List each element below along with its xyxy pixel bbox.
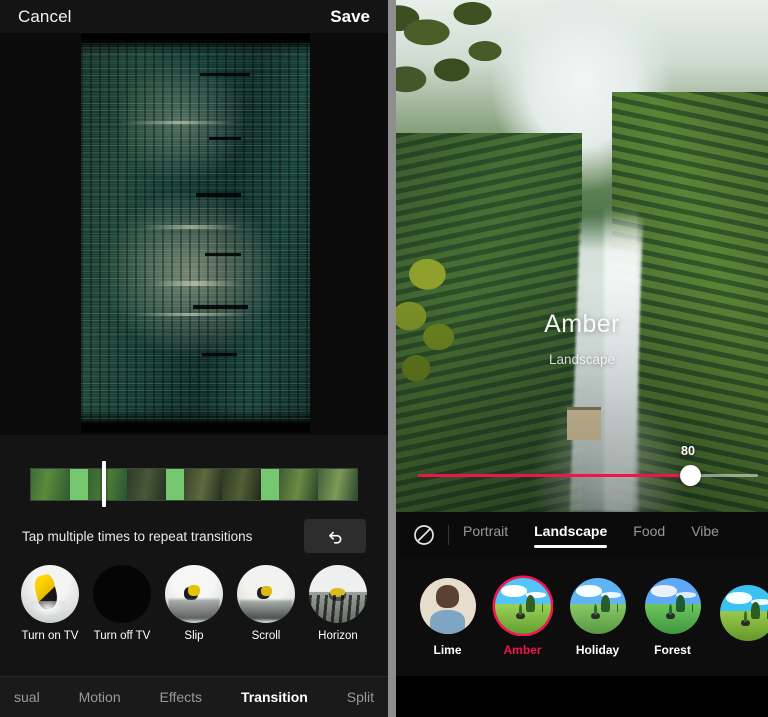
filter-thumbnail: [494, 577, 551, 634]
filter-item-partial[interactable]: [710, 584, 768, 650]
filter-label: Lime: [433, 642, 462, 657]
glitch-scanlines: [81, 33, 310, 433]
slider-fill: [418, 474, 690, 477]
thumbnail-detail: [665, 613, 675, 620]
timeline-clip[interactable]: [87, 469, 127, 500]
glitch-dropout: [200, 73, 251, 76]
slider-value-label: 80: [681, 444, 695, 458]
filter-item-amber[interactable]: Amber: [485, 577, 560, 657]
filter-item-holiday[interactable]: Holiday: [560, 577, 635, 657]
filter-category-overlay: Landscape: [548, 352, 616, 367]
timeline-clip[interactable]: [183, 469, 223, 500]
tab-visual[interactable]: sual: [14, 689, 40, 705]
slider-knob[interactable]: [679, 465, 701, 486]
glitch-dropout: [81, 423, 310, 433]
transition-marker[interactable]: [165, 469, 184, 500]
timeline-clip[interactable]: [126, 469, 166, 500]
tab-transition[interactable]: Transition: [241, 689, 308, 705]
save-button[interactable]: Save: [330, 7, 370, 27]
tab-motion[interactable]: Motion: [79, 689, 121, 705]
filter-item-lime[interactable]: Lime: [410, 577, 485, 657]
category-tab-landscape[interactable]: Landscape: [534, 523, 608, 548]
transition-thumbnail: [309, 565, 367, 623]
transition-option-turn-on-tv[interactable]: Turn on TV: [19, 565, 81, 642]
transition-options-list: Turn on TV Turn off TV Slip Scroll Horiz…: [0, 565, 388, 655]
thumbnail-detail: [740, 620, 750, 627]
repeat-hint-text: Tap multiple times to repeat transitions: [22, 528, 253, 544]
filter-label: Forest: [654, 642, 691, 657]
transition-option-label: Turn off TV: [93, 630, 151, 642]
timeline-clip[interactable]: [31, 469, 70, 500]
timeline-clip[interactable]: [279, 469, 319, 500]
timeline-clip[interactable]: [222, 469, 262, 500]
filter-editor-panel: Amber Landscape 80 Portrait Landscape Fo…: [396, 0, 768, 717]
glitch-dropout: [81, 33, 310, 41]
hint-row: Tap multiple times to repeat transitions: [0, 516, 388, 556]
glitch-highlight: [122, 121, 237, 124]
tab-effects[interactable]: Effects: [160, 689, 203, 705]
undo-button[interactable]: [304, 519, 366, 553]
filter-name-overlay: Amber: [544, 310, 620, 338]
photo-preview[interactable]: [396, 0, 768, 512]
filter-thumbnail: [419, 577, 476, 634]
transition-option-label: Slip: [184, 630, 204, 642]
app-screen: Cancel Save Tap multiple times to repeat…: [0, 0, 768, 717]
glitch-dropout: [204, 253, 242, 256]
timeline-clips: [31, 469, 357, 500]
thumbnail-detail: [515, 613, 525, 620]
intensity-slider[interactable]: 80: [418, 444, 758, 492]
thumbnail-detail: [590, 613, 600, 620]
glitch-dropout: [195, 193, 242, 197]
category-tab-portrait[interactable]: Portrait: [463, 523, 508, 548]
transition-marker[interactable]: [69, 469, 88, 500]
glitch-video-frame: [81, 33, 310, 433]
tab-separator: [448, 525, 449, 545]
glitch-dropout: [202, 353, 237, 356]
panel-divider: [388, 0, 396, 717]
category-tab-food[interactable]: Food: [633, 523, 665, 548]
category-tab-vibe[interactable]: Vibe: [691, 523, 719, 548]
filter-label: Holiday: [575, 642, 620, 657]
transition-option-turn-off-tv[interactable]: Turn off TV: [91, 565, 153, 642]
transition-option-label: Turn on TV: [21, 630, 79, 642]
transition-thumbnail: [237, 565, 295, 623]
filter-category-tabbar: Portrait Landscape Food Vibe: [396, 512, 768, 558]
transition-option-horizon[interactable]: Horizon: [307, 565, 369, 642]
filter-item-forest[interactable]: Forest: [635, 577, 710, 657]
transition-thumbnail: [93, 565, 151, 623]
filter-thumbnail-strip[interactable]: Lime Amber Holiday Forest: [396, 558, 768, 676]
video-preview-area[interactable]: [0, 33, 388, 435]
filter-thumbnail: [644, 577, 701, 634]
glitch-dropout: [193, 305, 249, 309]
circle-slash-icon[interactable]: [412, 523, 436, 547]
undo-arrow-icon: [328, 531, 341, 544]
editor-bottom-tabbar: sual Motion Effects Transition Split: [0, 676, 388, 717]
transition-editor-panel: Cancel Save Tap multiple times to repeat…: [0, 0, 388, 717]
filter-thumbnail: [569, 577, 626, 634]
transition-option-label: Scroll: [251, 630, 281, 642]
filter-thumbnail: [719, 584, 768, 641]
glitch-highlight: [140, 225, 242, 229]
timeline-playhead[interactable]: [102, 461, 106, 507]
transition-option-label: Horizon: [318, 630, 358, 642]
transition-thumbnail: [165, 565, 223, 623]
transition-option-scroll[interactable]: Scroll: [235, 565, 297, 642]
filter-label: Amber: [503, 642, 542, 657]
transition-option-slip[interactable]: Slip: [163, 565, 225, 642]
editor-topbar: Cancel Save: [0, 0, 388, 33]
right-bottom-strip: [396, 676, 768, 717]
category-list: Portrait Landscape Food Vibe: [463, 523, 719, 548]
timeline-clip[interactable]: [318, 469, 357, 500]
glitch-highlight: [131, 313, 251, 316]
glitch-dropout: [209, 137, 242, 140]
cancel-button[interactable]: Cancel: [18, 7, 72, 27]
tab-split[interactable]: Split: [347, 689, 374, 705]
transition-thumbnail: [21, 565, 79, 623]
photo-vignette: [396, 0, 768, 512]
glitch-highlight: [149, 281, 242, 286]
transition-marker[interactable]: [261, 469, 280, 500]
timeline-filmstrip[interactable]: [30, 468, 358, 501]
